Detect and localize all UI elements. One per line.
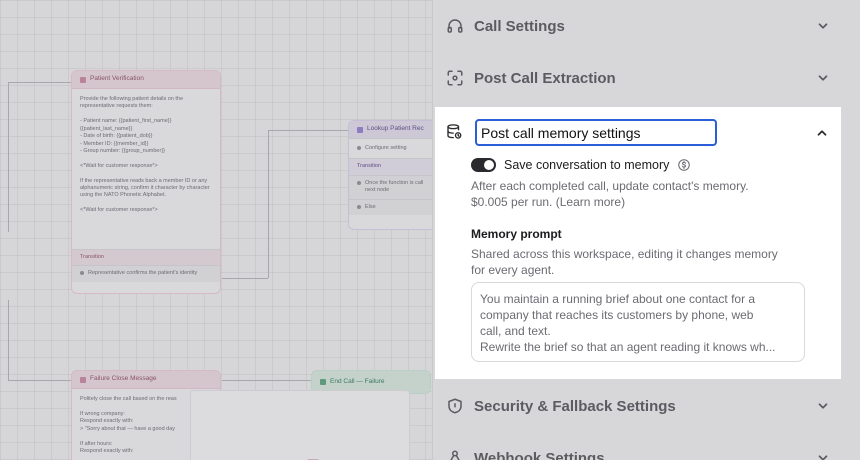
memory-title-input[interactable] <box>475 119 717 146</box>
transition-dot-icon <box>357 204 361 209</box>
description-line: for every agent. <box>471 263 555 277</box>
node-title: Lookup Patient Rec <box>367 125 424 133</box>
gear-icon <box>357 146 361 150</box>
save-memory-row: Save conversation to memory <box>471 158 691 172</box>
node-type-icon <box>80 376 86 383</box>
edge-line <box>8 300 9 380</box>
prompt-line: Rewrite the brief so that an agent readi… <box>480 340 776 354</box>
transition-dot-icon <box>80 271 84 276</box>
prompt-line: company that reaches its customers by ph… <box>480 308 754 322</box>
node-header: Failure Close Message <box>72 371 220 389</box>
edge-line <box>222 380 312 381</box>
edge-line <box>268 130 348 131</box>
section-call-settings[interactable]: Call Settings <box>440 8 836 44</box>
section-webhook[interactable]: Webhook Settings <box>440 440 836 460</box>
node-type-icon <box>80 76 86 83</box>
memory-prompt-label: Memory prompt <box>471 227 562 241</box>
else-text: Else <box>365 203 376 210</box>
memory-prompt-textarea[interactable]: You maintain a running brief about one c… <box>471 282 805 362</box>
section-security-fallback[interactable]: Security & Fallback Settings <box>440 388 836 424</box>
section-title: Security & Fallback Settings <box>474 397 676 415</box>
pricing-learn-more-link[interactable]: $0.005 per run. (Learn more) <box>471 194 821 210</box>
dollar-icon[interactable] <box>677 158 691 172</box>
description-line: Shared across this workspace, editing it… <box>471 247 778 261</box>
node-prompt-text: Provide the following patient details on… <box>80 96 210 214</box>
headphones-icon <box>447 19 463 33</box>
chevron-down-icon[interactable] <box>816 19 830 33</box>
node-header: Patient Verification <box>72 71 220 89</box>
save-memory-toggle[interactable] <box>471 158 496 172</box>
chevron-up-icon[interactable] <box>815 126 829 140</box>
edge-line <box>222 278 268 279</box>
section-title: Call Settings <box>474 17 565 35</box>
function-icon <box>357 126 363 133</box>
prompt-line: You maintain a running brief about one c… <box>480 292 756 306</box>
node-header: Lookup Patient Rec <box>349 121 437 139</box>
chevron-down-icon[interactable] <box>816 71 830 85</box>
node-config[interactable]: Configure setting <box>349 139 437 159</box>
memory-description: After each completed call, update contac… <box>471 178 821 210</box>
node-else[interactable]: Else <box>349 198 437 216</box>
minimap-preview <box>190 390 410 460</box>
memory-prompt-description: Shared across this workspace, editing it… <box>471 246 821 278</box>
section-title: Post Call Extraction <box>474 69 616 87</box>
node-lookup-patient[interactable]: Lookup Patient Rec Configure setting Tra… <box>348 120 438 230</box>
node-title: Patient Verification <box>90 75 144 83</box>
node-title: End Call — Failure <box>330 377 385 385</box>
node-patient-verification[interactable]: Patient Verification Provide the followi… <box>71 70 221 294</box>
node-transition[interactable]: Representative confirms the patient's id… <box>72 265 220 282</box>
node-section-label: Transition <box>349 158 437 175</box>
memory-card-header <box>445 119 833 147</box>
end-call-icon <box>320 379 326 385</box>
description-line: After each completed call, update contac… <box>471 179 749 193</box>
edge-line <box>8 82 72 83</box>
scan-icon <box>447 70 463 86</box>
transition-dot-icon <box>357 180 361 185</box>
transition-text: Once the function is call next node <box>365 179 424 194</box>
toggle-knob <box>484 160 494 170</box>
database-icon <box>447 124 462 139</box>
toggle-label: Save conversation to memory <box>504 158 670 172</box>
node-transition[interactable]: Once the function is call next node <box>349 174 437 199</box>
node-section-label: Transition <box>72 249 220 266</box>
shield-icon <box>448 398 462 414</box>
transition-text: Representative confirms the patient's id… <box>88 270 198 277</box>
chevron-down-icon[interactable] <box>816 399 830 413</box>
edge-line <box>8 82 9 232</box>
edge-line <box>8 380 72 381</box>
edge-line <box>268 130 269 278</box>
chevron-down-icon[interactable] <box>816 451 830 460</box>
config-text: Configure setting <box>365 145 407 151</box>
section-title: Webhook Settings <box>474 449 605 460</box>
memory-settings-card: Save conversation to memory After each c… <box>435 107 841 379</box>
prompt-line: call, and text. <box>480 324 551 338</box>
node-title: Failure Close Message <box>90 375 157 383</box>
section-post-call-extraction[interactable]: Post Call Extraction <box>440 60 836 96</box>
webhook-icon <box>450 450 460 460</box>
